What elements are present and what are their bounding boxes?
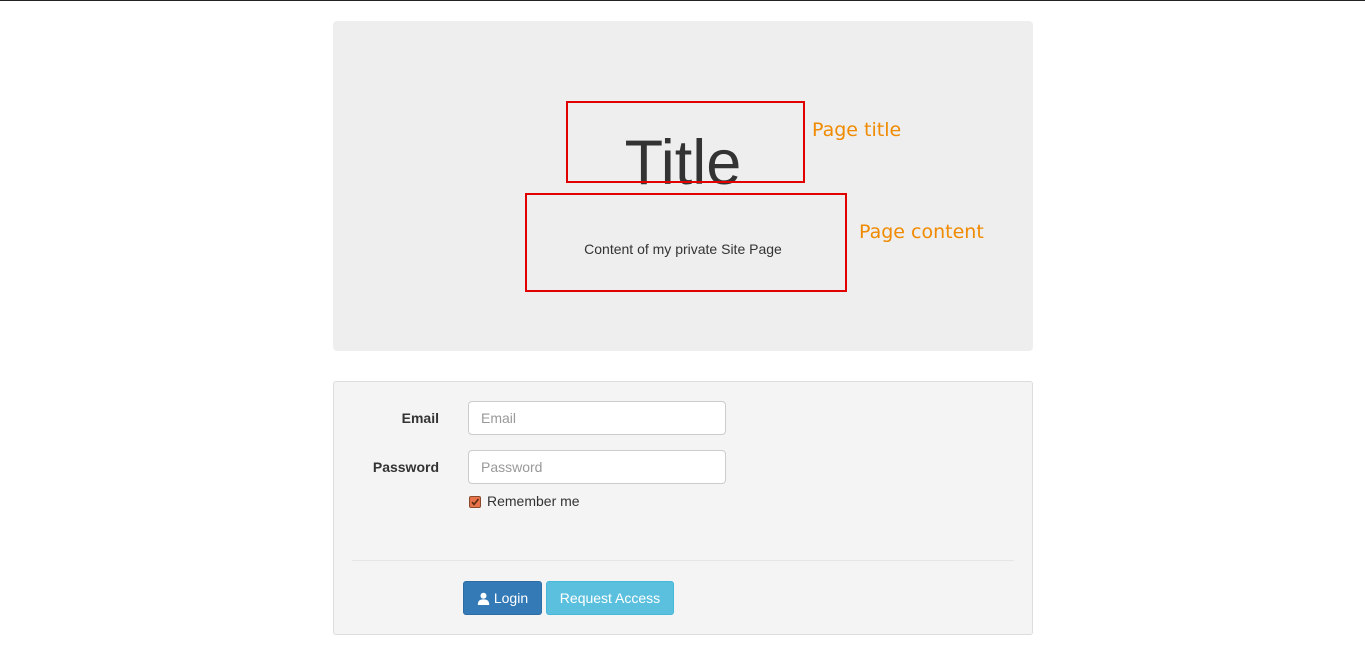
top-border <box>0 0 1365 1</box>
page-title-annotation-box <box>566 101 805 183</box>
user-icon <box>477 592 490 605</box>
password-field[interactable] <box>468 450 726 484</box>
remember-me-label: Remember me <box>487 493 580 509</box>
request-access-button[interactable]: Request Access <box>546 581 674 615</box>
login-button-label: Login <box>493 590 529 606</box>
page-content-annotation-box <box>525 193 847 292</box>
password-label: Password <box>372 459 439 475</box>
email-field[interactable] <box>468 401 726 435</box>
remember-me[interactable]: Remember me <box>469 491 580 511</box>
email-label: Email <box>401 410 439 426</box>
remember-me-checkbox[interactable] <box>469 496 481 508</box>
checkmark-icon <box>471 498 480 506</box>
login-button[interactable]: Login <box>463 581 542 615</box>
login-panel: Email Password Remember me Login Request… <box>333 381 1033 635</box>
request-access-button-label: Request Access <box>559 590 661 606</box>
page-content-annotation-label: Page content <box>859 221 984 243</box>
jumbotron: Title Content of my private Site Page <box>333 21 1033 351</box>
page-title-annotation-label: Page title <box>812 119 902 141</box>
form-divider <box>352 560 1014 561</box>
